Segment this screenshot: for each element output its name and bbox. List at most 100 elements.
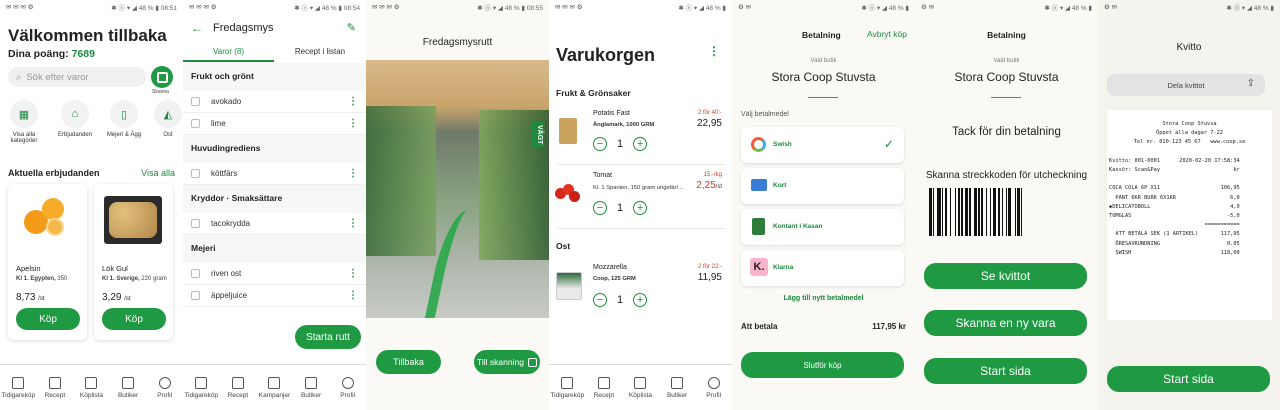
- add-payment-method-link[interactable]: Lägg till nytt betalmedel: [732, 295, 915, 302]
- screen-payment: ⚙ ✉ ✱ ⓝ ▾ ◢ 48 % ▮ Betalning Avbryt köp V…: [732, 0, 915, 410]
- buy-button[interactable]: Köp: [102, 308, 166, 330]
- minus-button[interactable]: −: [593, 137, 607, 151]
- page-title: Välkommen tillbaka: [8, 26, 167, 45]
- onion-image: [104, 196, 162, 244]
- receipt-paper: Stora Coop Stuvsa Öppet alla dagar 7-22 Te…: [1107, 110, 1272, 320]
- more-menu-icon[interactable]: ⋮: [348, 168, 358, 179]
- finish-purchase-button[interactable]: Slutför köp: [741, 352, 904, 378]
- payment-method-swish[interactable]: Swish ✓: [741, 127, 904, 163]
- list-icon: [634, 376, 647, 389]
- offers-see-all-link[interactable]: Visa alla: [141, 168, 175, 178]
- nav-item[interactable]: Tidigareköp: [0, 365, 37, 410]
- nav-item[interactable]: Kampanjer: [256, 365, 293, 410]
- checkbox[interactable]: [191, 219, 200, 228]
- list-item[interactable]: köttfärs ⋮: [183, 163, 366, 185]
- edit-pencil-icon[interactable]: ✎: [347, 21, 356, 34]
- bottom-nav: Tidigareköp Recept Köplista Butiker Prof…: [549, 364, 732, 410]
- more-menu-icon[interactable]: ⋮: [348, 268, 358, 279]
- payment-method-cash[interactable]: Kontant i Kasan: [741, 209, 904, 245]
- section-title: Huvudingrediens: [191, 143, 261, 153]
- start-page-button[interactable]: Start sida: [924, 358, 1087, 384]
- nav-item[interactable]: Profil: [695, 365, 732, 410]
- offer-card: Apelsin Kl 1. Egypten, 350 8,73 /st Köp: [8, 184, 87, 340]
- total-amount: 117,95 kr: [872, 322, 906, 331]
- nav-item[interactable]: Recept: [220, 365, 257, 410]
- cheese-icon: ◭: [154, 100, 182, 128]
- search-icon: ⌕: [16, 71, 22, 83]
- list-item[interactable]: riven ost ⋮: [183, 263, 366, 285]
- payment-method-klarna[interactable]: K. Klarna: [741, 250, 904, 286]
- nav-item[interactable]: Recept: [586, 365, 623, 410]
- share-receipt-button[interactable]: Dela kvittot ⇪: [1107, 74, 1265, 96]
- search-input[interactable]: ⌕ Sök efter varor: [8, 67, 146, 87]
- checkbox[interactable]: [191, 119, 200, 128]
- start-route-button[interactable]: Starta rutt: [295, 325, 361, 349]
- category-offers[interactable]: ⌂ Erbjudanden: [55, 100, 95, 144]
- scan-button[interactable]: [151, 66, 173, 88]
- category-all[interactable]: ▦ Visa alla kategorier: [2, 100, 46, 144]
- cart-item: Mozzarella Coop, 125 GRM 2 för 22:- 11,9…: [549, 258, 732, 318]
- checkbox[interactable]: [191, 269, 200, 278]
- plus-button[interactable]: +: [633, 201, 648, 215]
- back-arrow-icon[interactable]: ←: [191, 21, 203, 35]
- list-item[interactable]: avokado ⋮: [183, 91, 366, 113]
- swish-icon: [751, 137, 766, 152]
- page-title: Kvitto: [1176, 42, 1202, 53]
- page-title: Fredagsmys: [213, 22, 274, 34]
- list-item[interactable]: tacokrydda ⋮: [183, 213, 366, 235]
- checkbox[interactable]: [191, 97, 200, 106]
- view-receipt-button[interactable]: Se kvittot: [924, 263, 1087, 289]
- section-title: Frukt och grönt: [191, 71, 254, 81]
- nav-item[interactable]: Köplista: [73, 365, 110, 410]
- fork-icon: [597, 376, 610, 389]
- checkbox[interactable]: [191, 291, 200, 300]
- nav-item[interactable]: Profil: [329, 365, 366, 410]
- receipt-line: ===========: [1109, 222, 1240, 229]
- more-menu-icon[interactable]: ⋮: [348, 96, 358, 107]
- scan-new-item-button[interactable]: Skanna en ny vara: [924, 310, 1087, 336]
- tab-items[interactable]: Varor (8): [183, 47, 274, 56]
- category-cheese[interactable]: ◭ Ost: [153, 100, 183, 144]
- buy-button[interactable]: Köp: [16, 308, 80, 330]
- item-label: riven ost: [211, 269, 242, 278]
- checkbox[interactable]: [191, 169, 200, 178]
- cancel-purchase-link[interactable]: Avbryt köp: [867, 29, 907, 39]
- nav-item[interactable]: Butiker: [659, 365, 696, 410]
- nav-item[interactable]: Profil: [146, 365, 183, 410]
- status-bar: ⚙ ✉ ✱ ⓝ ▾ ◢ 48 % ▮: [738, 4, 909, 12]
- person-icon: [341, 376, 354, 389]
- nav-item[interactable]: Köplista: [622, 365, 659, 410]
- start-page-button[interactable]: Start sida: [1107, 366, 1270, 392]
- to-scanning-button[interactable]: Till skanning: [474, 350, 540, 374]
- section-title: Mejeri: [191, 243, 216, 253]
- cash-icon: [752, 218, 765, 235]
- points-row: Dina poäng: 7689: [8, 48, 95, 60]
- nav-item[interactable]: Butiker: [293, 365, 330, 410]
- category-dairy[interactable]: ▯ Mejeri & Ägg: [104, 100, 144, 144]
- list-item[interactable]: äppeljuice ⋮: [183, 285, 366, 307]
- more-menu-icon[interactable]: ⋮: [348, 218, 358, 229]
- list-item[interactable]: lime ⋮: [183, 113, 366, 135]
- minus-button[interactable]: −: [593, 293, 607, 307]
- receipt-line: Öppet alla dagar 7-22: [1156, 130, 1223, 137]
- more-menu-icon[interactable]: ⋮: [348, 290, 358, 301]
- more-menu-icon[interactable]: ⋮: [348, 118, 358, 129]
- minus-button[interactable]: −: [593, 201, 607, 215]
- store-name: Stora Coop Stuvsta: [771, 70, 876, 84]
- nav-item[interactable]: Butiker: [110, 365, 147, 410]
- store-icon: [305, 376, 318, 389]
- payment-method-card[interactable]: Kort: [741, 168, 904, 204]
- nav-item[interactable]: Tidigareköp: [549, 365, 586, 410]
- plus-button[interactable]: +: [633, 137, 648, 151]
- nav-item[interactable]: Recept: [37, 365, 74, 410]
- item-label: äppeljuice: [211, 291, 248, 300]
- plus-button[interactable]: +: [633, 293, 648, 307]
- back-button[interactable]: Tillbaka: [376, 350, 441, 374]
- receipt-lines: Stora Coop Stuvsa Öppet alla dagar 7-22 Te…: [1109, 120, 1270, 258]
- quantity-stepper: −1 +: [593, 293, 648, 307]
- more-menu-icon[interactable]: ⋮: [708, 44, 720, 58]
- nav-item[interactable]: Tidigareköp: [183, 365, 220, 410]
- scan-icon: [527, 357, 537, 367]
- tab-recipes[interactable]: Recept i listan: [274, 47, 366, 56]
- section-title: Ost: [556, 241, 571, 251]
